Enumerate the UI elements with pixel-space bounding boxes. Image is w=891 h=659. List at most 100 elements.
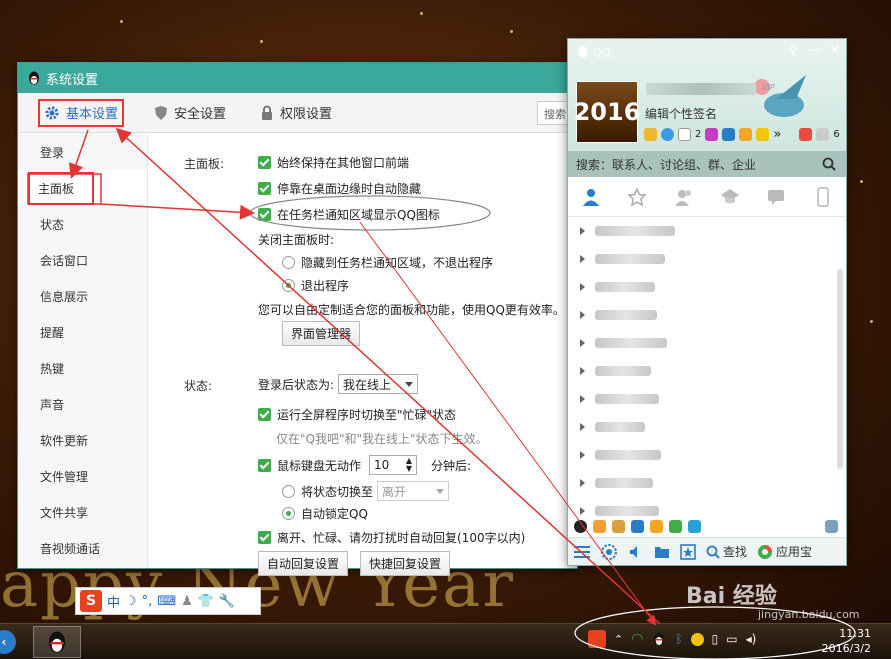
favorites-icon[interactable] (627, 186, 648, 207)
network-icon[interactable]: ▭ (726, 632, 737, 646)
list-item[interactable] (568, 329, 846, 357)
taskbar-qq-button[interactable] (33, 626, 81, 658)
interface-manager-button[interactable]: 界面管理器 (282, 321, 361, 346)
sidebar-item-reminder[interactable]: 提醒 (18, 314, 147, 350)
list-item[interactable] (568, 273, 846, 301)
radio-unselected[interactable] (282, 484, 295, 498)
wrench-icon[interactable]: 🔧 (219, 594, 235, 609)
sidebar-item-chat-window[interactable]: 会话窗口 (18, 242, 147, 278)
checkbox-checked[interactable] (258, 458, 271, 472)
quick-reply-settings-button[interactable]: 快捷回复设置 (360, 551, 451, 576)
menu-icon[interactable] (574, 545, 590, 559)
grid-icon[interactable] (825, 519, 838, 533)
after-login-status-select[interactable]: 我在线上 (338, 374, 419, 394)
contacts-icon[interactable] (581, 187, 601, 207)
radio-selected[interactable] (282, 507, 295, 520)
list-item[interactable] (568, 441, 846, 469)
app-icon[interactable] (722, 128, 736, 141)
list-item[interactable] (568, 357, 846, 385)
tab-basic-settings[interactable]: 基本设置 (38, 98, 125, 127)
pet-icon[interactable] (612, 519, 625, 533)
favorites-box-icon[interactable] (680, 543, 696, 560)
circle-app-icon[interactable] (661, 128, 674, 141)
list-item[interactable] (568, 385, 846, 413)
security-tray-icon[interactable] (690, 632, 704, 646)
app-store-button[interactable]: 应用宝 (757, 543, 812, 560)
app-box-icon[interactable] (816, 128, 830, 141)
qq-search-input[interactable]: 搜索：联系人、讨论组、群、企业 (568, 151, 846, 177)
tab-security-settings[interactable]: 安全设置 (150, 99, 230, 127)
list-item[interactable] (568, 413, 846, 441)
opt-fullscreen-busy[interactable]: 运行全屏程序时切换至"忙碌"状态 (258, 406, 456, 423)
sidebar-item-sound[interactable]: 声音 (18, 386, 147, 422)
radio-auto-lock[interactable]: 自动锁定QQ (282, 505, 368, 522)
settings-titlebar[interactable]: 系统设置 (18, 63, 577, 93)
usb-device-icon[interactable]: ▯ (712, 632, 719, 646)
list-item[interactable] (568, 301, 846, 329)
opt-tray-icon[interactable]: 在任务栏通知区域显示QQ图标 (258, 206, 440, 223)
pencil-icon[interactable] (650, 519, 663, 533)
avatar[interactable]: 2016 (574, 81, 640, 143)
sogou-logo-icon[interactable]: S (80, 590, 102, 612)
phone-icon[interactable] (813, 186, 833, 207)
qq-tray-icon[interactable] (651, 631, 667, 647)
game-icon[interactable] (593, 519, 606, 533)
idle-minutes-stepper[interactable]: 10 ▲ ▼ (369, 455, 418, 475)
volume-icon[interactable]: ◂) (746, 632, 757, 646)
keyboard-icon[interactable]: ⌨ (157, 594, 176, 609)
auto-reply-settings-button[interactable]: 自动回复设置 (258, 551, 349, 576)
punctuation-icon[interactable]: °, (142, 594, 153, 609)
folder-icon[interactable] (654, 545, 670, 559)
groups-icon[interactable] (674, 187, 694, 207)
signature-edit[interactable]: 编辑个性签名 (645, 105, 717, 122)
home-icon[interactable] (799, 128, 813, 141)
skin-icon[interactable]: 👕 (198, 594, 214, 609)
bluetooth-icon[interactable]: ᛒ (675, 632, 682, 646)
taskbar-clock[interactable]: 11:31 2016/3/2 (822, 626, 871, 656)
ime-mode-toggle[interactable]: 中 (107, 592, 120, 611)
opt-idle[interactable]: 鼠标键盘无动作 10 ▲ ▼ 分钟后: (258, 455, 471, 475)
qq-penguin-icon[interactable] (574, 519, 587, 533)
shopping-cart-icon[interactable] (739, 128, 753, 141)
radio-exit-program[interactable]: 退出程序 (282, 277, 349, 294)
discussion-icon[interactable] (720, 187, 740, 207)
list-item[interactable] (568, 469, 846, 497)
radio-switch-status[interactable]: 将状态切换至 离开 (282, 481, 450, 501)
sidebar-item-main-panel[interactable]: 主面板 (18, 170, 147, 206)
opt-always-on-top[interactable]: 始终保持在其他窗口前端 (258, 154, 409, 171)
tray-expand-icon[interactable]: ⌃ (614, 633, 623, 646)
list-item[interactable] (568, 217, 846, 245)
sidebar-item-file-sharing[interactable]: 文件共享 (18, 494, 147, 530)
sidebar-item-software-update[interactable]: 软件更新 (18, 422, 147, 458)
start-button[interactable]: ‹ (0, 630, 16, 654)
shield-icon[interactable] (631, 519, 644, 533)
minimize-icon[interactable]: — (808, 43, 820, 57)
sidebar-item-login[interactable]: 登录 (18, 134, 147, 170)
checkbox-checked[interactable] (258, 156, 271, 169)
list-item[interactable] (568, 245, 846, 273)
tab-permission-settings[interactable]: 权限设置 (256, 99, 336, 127)
opt-auto-hide[interactable]: 停靠在桌面边缘时自动隐藏 (258, 180, 421, 197)
close-icon[interactable]: ✕ (830, 43, 840, 57)
sidebar-item-status[interactable]: 状态 (18, 206, 147, 242)
gear-icon[interactable] (600, 543, 618, 561)
star-icon[interactable] (644, 128, 657, 141)
cloud-icon[interactable] (688, 519, 701, 533)
checkbox-checked[interactable] (258, 408, 271, 421)
sidebar-item-hotkeys[interactable]: 热键 (18, 350, 147, 386)
app-icon[interactable] (705, 128, 719, 141)
find-button[interactable]: 查找 (706, 543, 747, 560)
radio-unselected[interactable] (282, 256, 295, 269)
play-icon[interactable] (669, 519, 682, 533)
radio-hide-to-tray[interactable]: 隐藏到任务栏通知区域，不退出程序 (282, 254, 493, 271)
sogou-tray-icon[interactable] (588, 630, 606, 648)
sidebar-item-av-call[interactable]: 音视频通话 (18, 530, 147, 566)
skin-icon[interactable]: ♀ (789, 43, 798, 57)
moon-icon[interactable]: ☽ (125, 594, 137, 609)
messages-icon[interactable] (766, 187, 786, 207)
more-icon[interactable]: » (773, 127, 781, 142)
sidebar-item-file-management[interactable]: 文件管理 (18, 458, 147, 494)
checkbox-checked[interactable] (258, 208, 271, 221)
contact-list-scrollbar[interactable] (837, 269, 843, 469)
checkbox-checked[interactable] (258, 182, 271, 195)
